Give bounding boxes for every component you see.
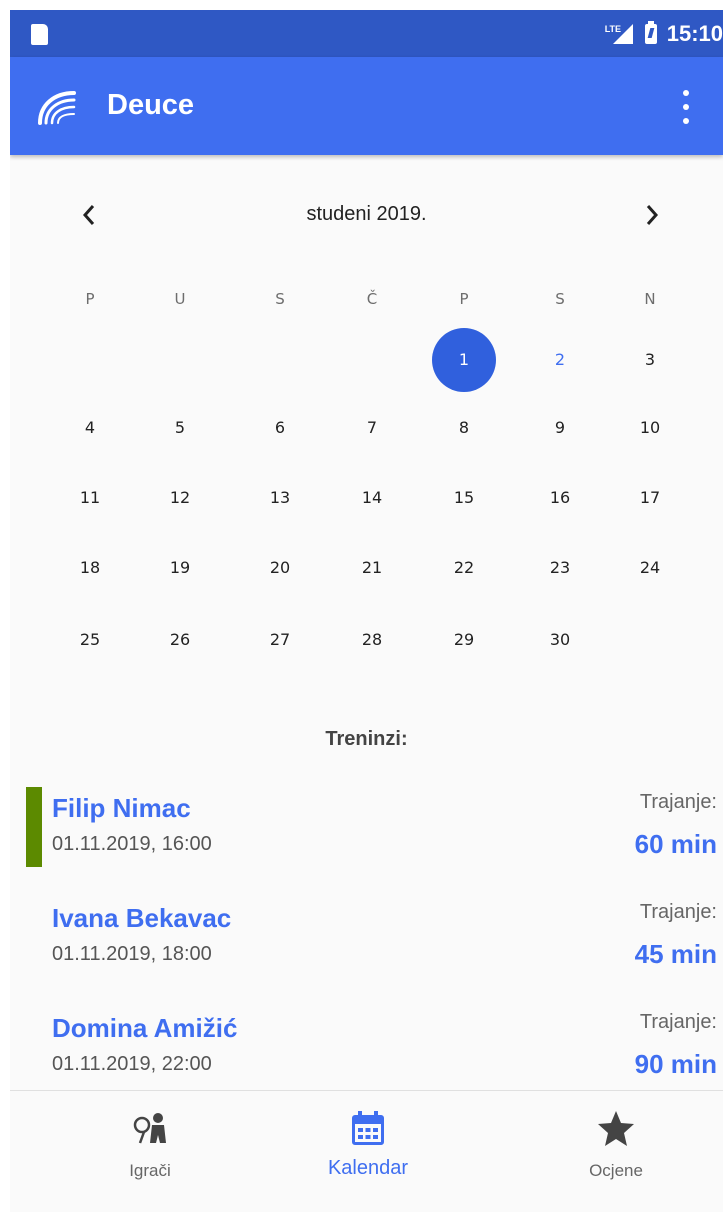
duration-label: Trajanje: <box>639 791 717 813</box>
calendar-day[interactable]: 19 <box>150 548 210 588</box>
calendar-day[interactable]: 28 <box>342 620 402 660</box>
highlight-bar <box>26 787 42 867</box>
calendar-day[interactable]: 25 <box>60 620 120 660</box>
signal-icon: LTE <box>605 23 633 44</box>
calendar-day[interactable]: 18 <box>60 548 120 588</box>
calendar-day[interactable]: 23 <box>530 548 590 588</box>
training-player-name: Filip Nimac <box>52 793 191 823</box>
tab-label: Igrači <box>129 1161 171 1180</box>
calendar-day-selected[interactable]: 1 <box>434 340 494 380</box>
calendar-day[interactable]: 12 <box>150 478 210 518</box>
training-datetime: 01.11.2019, 22:00 <box>52 1053 212 1075</box>
battery-icon <box>644 20 657 44</box>
app-screen: LTE 15:10 Deuce studeni 2019. P U S Č P … <box>10 10 723 1212</box>
trainings-title: Treninzi: <box>325 728 408 750</box>
calendar-day[interactable]: 11 <box>60 478 120 518</box>
duration-label: Trajanje: <box>639 1011 717 1033</box>
weekday-label: P <box>459 290 469 308</box>
duration-label: Trajanje: <box>639 901 717 923</box>
calendar-day[interactable]: 29 <box>434 620 494 660</box>
tab-label: Ocjene <box>589 1161 643 1180</box>
app-bar: Deuce <box>10 57 723 155</box>
duration-value: 45 min <box>634 939 717 969</box>
training-datetime: 01.11.2019, 16:00 <box>52 833 212 855</box>
calendar-header: studeni 2019. <box>10 195 723 235</box>
player-icon <box>133 1113 166 1144</box>
calendar-day[interactable]: 7 <box>342 408 402 448</box>
training-player-name: Domina Amižić <box>52 1013 238 1043</box>
bottom-navigation: Igrači Kalendar Ocjene <box>10 1090 723 1212</box>
calendar-day[interactable]: 21 <box>342 548 402 588</box>
sd-card-icon <box>31 24 48 45</box>
duration-value: 90 min <box>634 1049 717 1079</box>
calendar-day[interactable]: 15 <box>434 478 494 518</box>
weekday-label: P <box>85 290 95 308</box>
calendar-day[interactable]: 30 <box>530 620 590 660</box>
calendar-icon <box>352 1111 384 1145</box>
weekday-label: N <box>644 290 656 308</box>
month-label: studeni 2019. <box>306 203 427 225</box>
calendar-day[interactable]: 3 <box>620 340 680 380</box>
calendar-day[interactable]: 8 <box>434 408 494 448</box>
calendar-day[interactable]: 24 <box>620 548 680 588</box>
star-icon <box>598 1111 634 1146</box>
app-title: Deuce <box>107 89 195 121</box>
calendar-day[interactable]: 14 <box>342 478 402 518</box>
calendar-day-today[interactable]: 2 <box>530 340 590 380</box>
chevron-right-icon <box>646 205 659 225</box>
next-month-button[interactable] <box>632 195 672 235</box>
calendar-day[interactable]: 5 <box>150 408 210 448</box>
deuce-logo-icon <box>38 91 76 125</box>
weekday-label: U <box>174 290 186 308</box>
weekday-label: Č <box>366 290 378 308</box>
calendar-day[interactable]: 6 <box>250 408 310 448</box>
tab-kalendar[interactable]: Kalendar <box>268 1091 468 1212</box>
calendar-day[interactable]: 22 <box>434 548 494 588</box>
calendar-day[interactable]: 26 <box>150 620 210 660</box>
weekday-label: S <box>555 290 565 308</box>
tab-ocjene[interactable]: Ocjene <box>516 1091 716 1212</box>
more-vert-icon[interactable] <box>674 90 698 124</box>
duration-value: 60 min <box>634 829 717 859</box>
training-item[interactable]: Filip Nimac 01.11.2019, 16:00 Trajanje: … <box>10 787 723 877</box>
training-player-name: Ivana Bekavac <box>52 903 232 933</box>
tab-igraci[interactable]: Igrači <box>50 1091 250 1212</box>
training-datetime: 01.11.2019, 18:00 <box>52 943 212 965</box>
training-item[interactable]: Domina Amižić 01.11.2019, 22:00 Trajanje… <box>10 1007 723 1097</box>
calendar-day[interactable]: 9 <box>530 408 590 448</box>
calendar-day[interactable]: 4 <box>60 408 120 448</box>
calendar-day[interactable]: 27 <box>250 620 310 660</box>
status-bar: LTE 15:10 <box>10 10 723 57</box>
calendar-day[interactable]: 20 <box>250 548 310 588</box>
calendar-day[interactable]: 17 <box>620 478 680 518</box>
training-item[interactable]: Ivana Bekavac 01.11.2019, 18:00 Trajanje… <box>10 897 723 987</box>
calendar-day[interactable]: 10 <box>620 408 680 448</box>
status-time: 15:10 <box>666 20 723 46</box>
tab-label: Kalendar <box>327 1157 409 1179</box>
weekday-label: S <box>275 290 285 308</box>
calendar-day[interactable]: 13 <box>250 478 310 518</box>
calendar-day[interactable]: 16 <box>530 478 590 518</box>
